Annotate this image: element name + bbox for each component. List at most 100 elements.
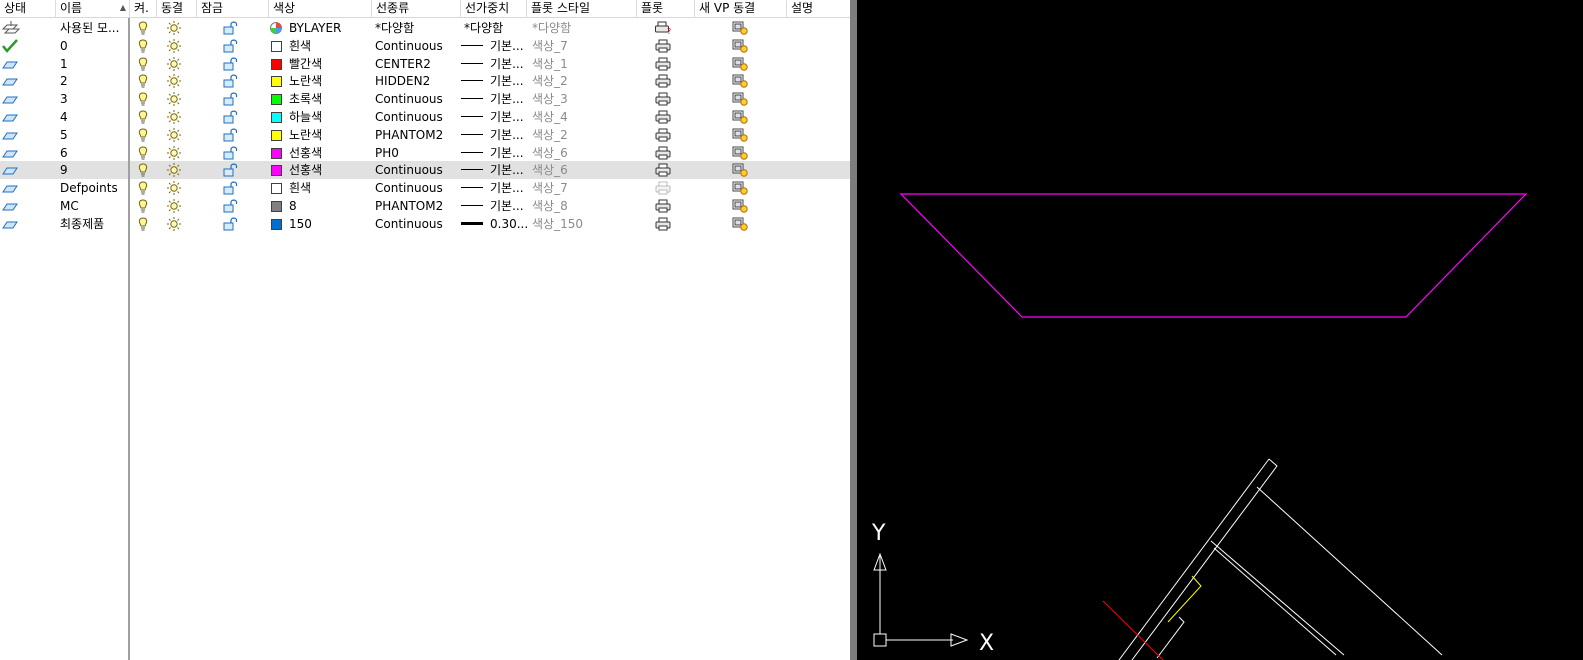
column-header-status[interactable]: 상태 bbox=[0, 0, 56, 17]
linetype-name[interactable]: Continuous bbox=[375, 90, 443, 108]
lineweight-value[interactable]: 기본... bbox=[490, 55, 524, 73]
layer-thaw-sun-icon[interactable] bbox=[166, 216, 182, 235]
linetype-name[interactable]: Continuous bbox=[375, 161, 443, 179]
layer-unlock-icon[interactable] bbox=[223, 217, 239, 235]
lineweight-value[interactable]: 0.30... bbox=[490, 215, 528, 233]
plot-style-name: 색상_4 bbox=[532, 110, 568, 124]
layer-row[interactable]: 선홍색 Continuous 기본... 색상_6 bbox=[130, 161, 852, 180]
layer-on-bulb-icon[interactable] bbox=[137, 217, 149, 235]
lineweight-value[interactable]: 기본... bbox=[490, 126, 524, 144]
column-header-name[interactable]: 이름 ▲ bbox=[56, 0, 130, 17]
lineweight-value[interactable]: 기본... bbox=[490, 197, 524, 215]
layer-name: 9 bbox=[60, 163, 68, 178]
color-swatch[interactable] bbox=[271, 147, 282, 159]
column-header-plotstyle[interactable]: 플롯 스타일 bbox=[527, 0, 637, 17]
part-rib-lower bbox=[1213, 547, 1337, 656]
linetype-name[interactable]: Continuous bbox=[375, 215, 443, 233]
layer-name: 2 bbox=[60, 74, 68, 89]
color-swatch[interactable] bbox=[271, 58, 282, 70]
ucs-x-arrow bbox=[950, 633, 969, 647]
layer-row[interactable]: 8 PHANTOM2 기본... 색상_8 bbox=[130, 197, 852, 215]
layer-name-row[interactable]: MC bbox=[0, 197, 128, 215]
layer-name-row[interactable]: Defpoints bbox=[0, 179, 128, 197]
color-swatch[interactable] bbox=[271, 183, 282, 195]
layer-row[interactable]: 150 Continuous 0.30... 색상_150 bbox=[130, 215, 852, 233]
lineweight-value[interactable]: *다양함 bbox=[464, 19, 503, 37]
column-header-plot[interactable]: 플롯 bbox=[637, 0, 695, 17]
column-header-linetype[interactable]: 선종류 bbox=[372, 0, 461, 17]
drawing-viewport[interactable]: Y X bbox=[857, 0, 1583, 660]
layer-name: 3 bbox=[60, 92, 68, 107]
layer-row[interactable]: 흰색 Continuous 기본... 색상_7 bbox=[130, 37, 852, 55]
linetype-name[interactable]: *다양함 bbox=[375, 19, 414, 37]
color-name[interactable]: BYLAYER bbox=[289, 19, 341, 37]
color-name[interactable]: 흰색 bbox=[289, 179, 311, 197]
new-vp-freeze-icon[interactable] bbox=[732, 217, 748, 235]
layer-row[interactable]: 노란색 PHANTOM2 기본... 색상_2 bbox=[130, 126, 852, 144]
column-header-freeze[interactable]: 동결 bbox=[157, 0, 197, 17]
column-header-description[interactable]: 설명 bbox=[787, 0, 850, 17]
color-name[interactable]: 선홍색 bbox=[289, 144, 322, 162]
layer-row[interactable]: 흰색 Continuous 기본... 색상_7 bbox=[130, 179, 852, 197]
color-name[interactable]: 빨간색 bbox=[289, 55, 322, 73]
layer-row[interactable]: BYLAYER *다양함 *다양함 *다양함? bbox=[130, 19, 852, 37]
column-header-vp-freeze[interactable]: 새 VP 동결 bbox=[695, 0, 787, 17]
color-name[interactable]: 하늘색 bbox=[289, 108, 322, 126]
layer-name-list: 사용된 모... 0 1 2 3 4 5 6 9 Defpoints MC 최종제품 bbox=[0, 18, 130, 660]
color-name[interactable]: 흰색 bbox=[289, 37, 311, 55]
lineweight-value[interactable]: 기본... bbox=[490, 108, 524, 126]
linetype-name[interactable]: PHANTOM2 bbox=[375, 126, 443, 144]
layer-name-row[interactable]: 9 bbox=[0, 161, 128, 180]
linetype-name[interactable]: Continuous bbox=[375, 179, 443, 197]
linetype-name[interactable]: Continuous bbox=[375, 108, 443, 126]
plot-printer-icon[interactable] bbox=[655, 217, 671, 235]
layer-row[interactable]: 빨간색 CENTER2 기본... 색상_1 bbox=[130, 55, 852, 73]
splitter-bar[interactable] bbox=[850, 0, 857, 660]
layer-name-row[interactable]: 1 bbox=[0, 55, 128, 73]
column-header-name-label: 이름 bbox=[60, 1, 83, 15]
color-name[interactable]: 노란색 bbox=[289, 72, 322, 90]
lineweight-value[interactable]: 기본... bbox=[490, 72, 524, 90]
color-swatch[interactable] bbox=[271, 40, 282, 52]
column-header-color[interactable]: 색상 bbox=[269, 0, 372, 17]
linetype-name[interactable]: Continuous bbox=[375, 37, 443, 55]
linetype-name[interactable]: PH0 bbox=[375, 144, 399, 162]
linetype-name[interactable]: CENTER2 bbox=[375, 55, 431, 73]
lineweight-value[interactable]: 기본... bbox=[490, 90, 524, 108]
layer-row[interactable]: 초록색 Continuous 기본... 색상_3 bbox=[130, 90, 852, 108]
layer-name-row[interactable]: 최종제품 bbox=[0, 215, 128, 233]
color-swatch[interactable] bbox=[271, 218, 282, 230]
lineweight-value[interactable]: 기본... bbox=[490, 161, 524, 179]
color-name[interactable]: 선홍색 bbox=[289, 161, 322, 179]
layer-row[interactable]: 하늘색 Continuous 기본... 색상_4 bbox=[130, 108, 852, 126]
color-name[interactable]: 초록색 bbox=[289, 90, 322, 108]
linetype-name[interactable]: PHANTOM2 bbox=[375, 197, 443, 215]
layer-name: 5 bbox=[60, 127, 68, 142]
color-swatch[interactable] bbox=[271, 165, 282, 177]
color-swatch[interactable] bbox=[271, 94, 282, 106]
layer-name-row[interactable]: 5 bbox=[0, 126, 128, 144]
linetype-name[interactable]: HIDDEN2 bbox=[375, 72, 430, 90]
lineweight-value[interactable]: 기본... bbox=[490, 144, 524, 162]
layer-name-row[interactable]: 사용된 모... bbox=[0, 19, 128, 37]
lineweight-value[interactable]: 기본... bbox=[490, 37, 524, 55]
layer-row[interactable]: 선홍색 PH0 기본... 색상_6 bbox=[130, 144, 852, 162]
color-swatch[interactable] bbox=[271, 129, 282, 141]
layer-name: 최종제품 bbox=[60, 216, 105, 231]
color-name[interactable]: 8 bbox=[289, 197, 297, 215]
color-swatch[interactable] bbox=[271, 201, 282, 212]
layer-row[interactable]: 노란색 HIDDEN2 기본... 색상_2 bbox=[130, 72, 852, 90]
column-header-lineweight[interactable]: 선가중치 bbox=[461, 0, 527, 17]
layer-name-row[interactable]: 2 bbox=[0, 72, 128, 90]
column-header-on[interactable]: 켜. bbox=[130, 0, 157, 17]
layer-name-row[interactable]: 3 bbox=[0, 90, 128, 108]
color-name[interactable]: 노란색 bbox=[289, 126, 322, 144]
color-swatch[interactable] bbox=[271, 76, 282, 88]
color-swatch[interactable] bbox=[271, 112, 282, 123]
lineweight-value[interactable]: 기본... bbox=[490, 179, 524, 197]
layer-name-row[interactable]: 0 bbox=[0, 37, 128, 55]
color-name[interactable]: 150 bbox=[289, 215, 312, 233]
layer-name-row[interactable]: 6 bbox=[0, 144, 128, 162]
layer-name-row[interactable]: 4 bbox=[0, 108, 128, 126]
column-header-lock[interactable]: 잠금 bbox=[197, 0, 269, 17]
